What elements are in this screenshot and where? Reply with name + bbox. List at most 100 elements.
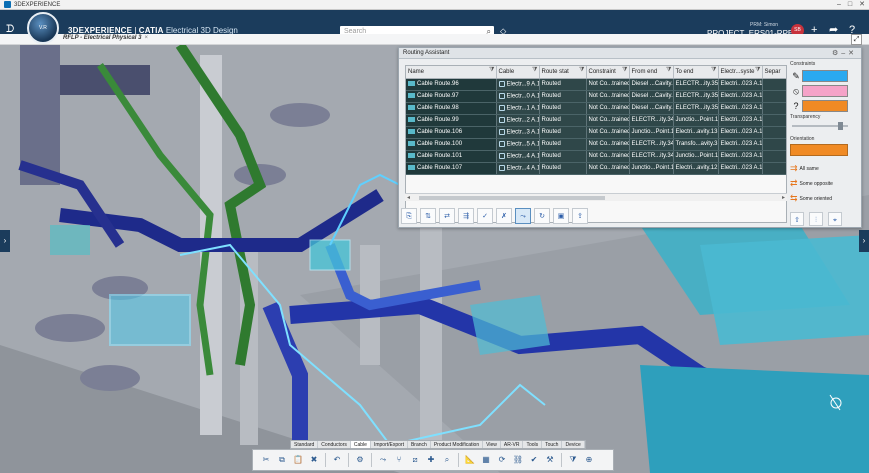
- section-icon[interactable]: ▦: [479, 453, 493, 467]
- slider-knob[interactable]: [837, 122, 843, 130]
- filter-icon[interactable]: ⧩: [489, 67, 494, 74]
- orientation-all-same-option[interactable]: ⇉ All same: [790, 161, 858, 176]
- apply-orientation-icon[interactable]: ⇧: [790, 212, 804, 226]
- route-segregation-icon[interactable]: ⇶: [458, 208, 474, 224]
- table-row[interactable]: Cable Route.98 Electr...1 A.1 Routed Not Co…: [406, 102, 786, 115]
- action-tab-conductors[interactable]: Conductors: [318, 441, 351, 448]
- action-tab-ar-vr[interactable]: AR-VR: [501, 441, 524, 448]
- route-icon[interactable]: ⤳: [376, 453, 390, 467]
- delete-icon[interactable]: ✖: [307, 453, 321, 467]
- column-header[interactable]: To end ⧩: [673, 66, 719, 79]
- measure-icon[interactable]: 📐: [463, 453, 477, 467]
- route-optimize-icon[interactable]: ⤳: [515, 208, 531, 224]
- route-reroute-icon[interactable]: ↻: [534, 208, 550, 224]
- column-header[interactable]: Route stat ⧩: [539, 66, 587, 79]
- zoom-icon[interactable]: ⊕: [582, 453, 596, 467]
- table-horizontal-scrollbar[interactable]: ◂ ▸: [405, 193, 787, 201]
- action-tab-tools[interactable]: Tools: [523, 441, 543, 448]
- paste-icon[interactable]: 📋: [291, 453, 305, 467]
- constraint-unknown-row[interactable]: ?: [790, 99, 858, 113]
- action-tab-branch[interactable]: Branch: [408, 441, 431, 448]
- route-highlight-icon[interactable]: ▣: [553, 208, 569, 224]
- column-header[interactable]: Separ: [762, 66, 786, 79]
- table-row[interactable]: Cable Route.107 Electr...4 A.1 Routed Not C…: [406, 162, 786, 175]
- orientation-color-swatch[interactable]: [790, 144, 848, 156]
- route-unroute-icon[interactable]: ✗: [496, 208, 512, 224]
- cable-route-icon: [408, 164, 415, 170]
- constraint-color-swatch[interactable]: [802, 85, 848, 97]
- gear-icon[interactable]: ⚙: [353, 453, 367, 467]
- action-tab-device[interactable]: Device: [562, 441, 585, 448]
- table-cell: Electri...023 A.1: [718, 150, 763, 163]
- transparency-slider[interactable]: [790, 122, 858, 130]
- inspect-icon[interactable]: ⌕: [440, 453, 454, 467]
- scroll-thumb[interactable]: [419, 196, 605, 200]
- filter-icon[interactable]: ⧩: [532, 67, 537, 74]
- orientation-some-oriented-option[interactable]: ⇆ Some oriented: [790, 191, 858, 206]
- cell-text: Transfo...avity.3: [675, 141, 718, 147]
- route-update-icon[interactable]: ⇅: [420, 208, 436, 224]
- table-cell: Routed: [539, 162, 587, 175]
- right-panel-toggle-icon[interactable]: ›: [859, 230, 869, 252]
- compass-widget[interactable]: V.R: [27, 12, 59, 44]
- action-tab-view[interactable]: View: [483, 441, 501, 448]
- point-icon[interactable]: ✚: [424, 453, 438, 467]
- action-tab-cable[interactable]: Cable: [350, 441, 371, 448]
- minimize-button[interactable]: –: [837, 0, 841, 10]
- expand-view-icon[interactable]: ⤢: [851, 34, 862, 45]
- tab-rflp[interactable]: RFLP - Electrical Physical 3 ×: [63, 35, 148, 41]
- route-compute-icon[interactable]: ⇄: [439, 208, 455, 224]
- constraint-forbid-row[interactable]: ⦸: [790, 84, 858, 98]
- column-header[interactable]: Cable ⧩: [496, 66, 540, 79]
- table-row[interactable]: Cable Route.100 Electr...5 A.1 Routed Not C…: [406, 138, 786, 151]
- table-row[interactable]: Cable Route.106 Electr...3 A.1 Routed Not C…: [406, 126, 786, 139]
- settings-icon[interactable]: ⚒: [543, 453, 557, 467]
- scroll-left-icon[interactable]: ◂: [407, 194, 410, 201]
- filter-icon[interactable]: ⧩: [579, 67, 584, 74]
- action-tab-product-modification[interactable]: Product Modification: [431, 441, 484, 448]
- cut-icon[interactable]: ✂: [259, 453, 273, 467]
- filter-icon[interactable]: ⧩: [566, 453, 580, 467]
- table-row[interactable]: Cable Route.96 Electr...9 A.1 Routed Not Co…: [406, 78, 786, 91]
- scroll-right-icon[interactable]: ▸: [782, 194, 785, 201]
- analyze-icon[interactable]: ⌖: [828, 212, 842, 226]
- panel-close-icon[interactable]: ✕: [848, 50, 857, 57]
- side-buttons: ⇧ ⫶ ⌖: [790, 212, 858, 226]
- action-tab-standard[interactable]: Standard: [291, 441, 319, 448]
- connect-icon[interactable]: ⛓: [511, 453, 525, 467]
- copy-icon[interactable]: ⧉: [275, 453, 289, 467]
- table-row[interactable]: Cable Route.97 Electr...0 A.1 Routed Not Co…: [406, 90, 786, 103]
- panel-settings-icon[interactable]: ⚙: [832, 50, 841, 57]
- cell-text: Not Co...trained: [588, 117, 629, 123]
- column-header[interactable]: Constraint ⧩: [586, 66, 630, 79]
- constraint-pin-row[interactable]: ✎: [790, 69, 858, 83]
- orientation-some-opposite-option[interactable]: ⇄ Some opposite: [790, 176, 858, 191]
- filter-icon[interactable]: ⧩: [666, 67, 671, 74]
- column-header[interactable]: Name ⧩: [406, 66, 497, 79]
- branch-icon[interactable]: ⑂: [392, 453, 406, 467]
- segment-icon[interactable]: ⧄: [408, 453, 422, 467]
- undo-icon[interactable]: ↶: [330, 453, 344, 467]
- route-check-icon[interactable]: ✓: [477, 208, 493, 224]
- left-panel-toggle-icon[interactable]: ›: [0, 230, 10, 252]
- check-icon[interactable]: ✔: [527, 453, 541, 467]
- constraint-color-swatch[interactable]: [802, 70, 848, 82]
- route-tool-icon[interactable]: ⎘: [401, 208, 417, 224]
- action-tab-import-export[interactable]: Import/Export: [371, 441, 408, 448]
- close-button[interactable]: ✕: [859, 0, 865, 10]
- route-export-icon[interactable]: ⇪: [572, 208, 588, 224]
- tab-close-icon[interactable]: ×: [144, 35, 148, 41]
- constraint-color-swatch[interactable]: [802, 100, 848, 112]
- maximize-button[interactable]: □: [848, 0, 852, 10]
- filter-icon[interactable]: ⧩: [622, 67, 627, 74]
- sweep-icon[interactable]: ⟳: [495, 453, 509, 467]
- column-header[interactable]: From end ⧩: [629, 66, 674, 79]
- filter-icon[interactable]: ⧩: [755, 67, 760, 74]
- column-header[interactable]: Electr...syste ⧩: [718, 66, 763, 79]
- bundle-icon[interactable]: ⫶: [809, 212, 823, 226]
- table-cell: [762, 138, 786, 151]
- action-tab-touch[interactable]: Touch: [542, 441, 563, 448]
- table-row[interactable]: Cable Route.101 Electr...4 A.1 Routed Not C…: [406, 150, 786, 163]
- table-row[interactable]: Cable Route.99 Electr...2 A.1 Routed Not Co…: [406, 114, 786, 127]
- filter-icon[interactable]: ⧩: [711, 67, 716, 74]
